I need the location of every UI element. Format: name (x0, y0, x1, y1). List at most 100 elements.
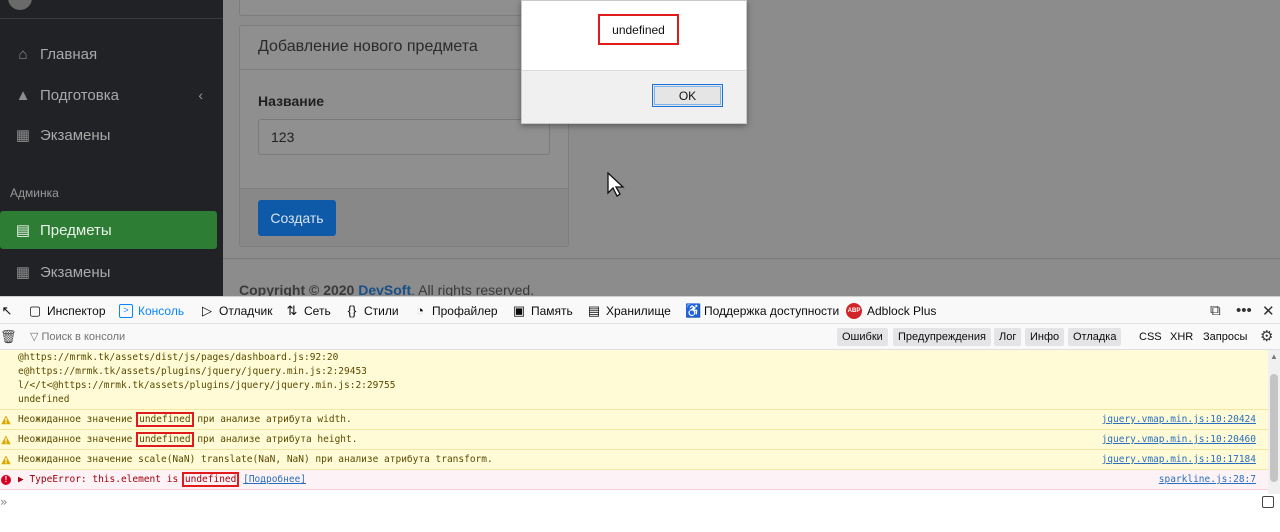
tab-memory[interactable]: ▣ Память (512, 297, 573, 324)
expand-arrow-icon[interactable]: ▶ (18, 474, 29, 485)
message-source-link[interactable]: jquery.vmap.min.js:10:17184 (1102, 454, 1256, 465)
message-source-link[interactable]: jquery.vmap.min.js:10:20424 (1102, 414, 1256, 425)
filter-errors[interactable]: Ошибки (837, 328, 888, 346)
sidebar: ⌂ Главная ▲ Подготовка ‹ ▦ Экзамены Адми… (0, 0, 223, 296)
tab-console[interactable]: > Консоль (119, 297, 184, 324)
dock-toggle-icon[interactable]: ⧉ (1210, 297, 1221, 324)
filter-xhr[interactable]: XHR (1170, 328, 1193, 346)
pick-element-icon: ↖ (1, 302, 13, 318)
console-filter-input[interactable]: ▽ Поиск в консоли (30, 330, 125, 343)
inspector-icon: ▢ (28, 302, 42, 318)
sidebar-item-admin-exams[interactable]: ▦ Экзамены (0, 253, 223, 291)
console-input[interactable]: » (0, 494, 1280, 514)
tab-label: Профайлер (432, 303, 498, 318)
filter-placeholder: Поиск в консоли (41, 331, 126, 343)
scroll-up-icon[interactable]: ▲ (1270, 352, 1278, 361)
warning-icon (1, 415, 11, 424)
tab-label: Хранилище (606, 303, 671, 318)
console-message: Неожиданное значение undefined при анали… (0, 410, 1268, 430)
sidebar-section-header: Админка (10, 186, 59, 200)
message-text: Неожиданное значение scale(NaN) translat… (18, 454, 493, 465)
filter-info[interactable]: Инфо (1025, 328, 1065, 346)
home-icon: ⌂ (18, 45, 28, 63)
tab-accessibility[interactable]: ♿ Поддержка доступности (685, 297, 839, 324)
tab-label: Инспектор (47, 303, 106, 318)
stack-trace-block: @https://mrmk.tk/assets/dist/js/pages/da… (0, 350, 1268, 410)
pick-element-button[interactable]: ↖ (0, 297, 19, 324)
tab-network[interactable]: ⇅ Сеть (285, 297, 331, 324)
sidebar-item-label: Экзамены (40, 263, 111, 281)
warning-icon (1, 455, 11, 464)
chevron-left-icon: ‹ (198, 87, 203, 103)
graduation-cap-icon: ▲ (15, 86, 31, 104)
tab-profiler[interactable]: ◔ Профайлер (413, 297, 498, 324)
alert-dialog: undefined OK (521, 0, 747, 124)
debugger-icon: ▷ (202, 302, 212, 318)
tab-label: Отладчик (219, 303, 273, 318)
filter-warnings[interactable]: Предупреждения (893, 328, 991, 346)
highlighted-undefined: undefined (136, 412, 194, 427)
mouse-cursor-icon (607, 172, 625, 197)
devtools-panel: ↖ ▢ Инспектор > Консоль ▷ Отладчик ⇅ Сет… (0, 296, 1280, 532)
stack-line: undefined (18, 394, 70, 405)
stack-line[interactable]: l/</t<@https://mrmk.tk/assets/plugins/jq… (18, 380, 396, 391)
style-editor-icon: {} (347, 302, 357, 318)
highlighted-undefined: undefined (181, 472, 240, 487)
tab-label: Adblock Plus (867, 303, 937, 318)
accessibility-icon: ♿ (685, 302, 702, 318)
sidebar-item-subjects[interactable]: ▤ Предметы (0, 211, 217, 249)
sidebar-item-exams[interactable]: ▦ Экзамены (0, 116, 223, 154)
console-message: Неожиданное значение undefined при анали… (0, 430, 1268, 450)
gear-icon[interactable]: ⚙ (1260, 327, 1273, 345)
close-icon[interactable]: ✕ (1262, 297, 1275, 324)
filter-log[interactable]: Лог (994, 328, 1022, 346)
sidebar-item-home[interactable]: ⌂ Главная (0, 35, 223, 73)
brand-link[interactable]: DevSoft (358, 282, 411, 296)
name-label: Название (258, 93, 325, 109)
sidebar-item-label: Предметы (40, 221, 112, 239)
page-footer: Copyright © 2020 DevSoft. All rights res… (239, 282, 534, 296)
tab-inspector[interactable]: ▢ Инспектор (28, 297, 106, 324)
filter-css[interactable]: CSS (1139, 328, 1162, 346)
clear-console-icon[interactable]: 🗑 (0, 329, 17, 345)
tab-adblock[interactable]: ABP Adblock Plus (846, 297, 936, 324)
web-page: ⌂ Главная ▲ Подготовка ‹ ▦ Экзамены Адми… (0, 0, 1280, 296)
add-subject-card: Добавление нового предмета Название 123 … (239, 25, 569, 247)
ok-button[interactable]: OK (652, 84, 723, 107)
devtools-tabbar: ↖ ▢ Инспектор > Консоль ▷ Отладчик ⇅ Сет… (0, 297, 1280, 324)
calendar-icon: ▦ (15, 264, 31, 281)
calendar-icon: ▦ (15, 127, 31, 144)
tab-style-editor[interactable]: {} Стили (345, 297, 399, 324)
learn-more-link[interactable]: [Подробнее] (243, 474, 306, 485)
filter-requests[interactable]: Запросы (1203, 328, 1247, 346)
name-input[interactable]: 123 (258, 119, 550, 155)
avatar[interactable] (8, 0, 32, 10)
tab-label: Консоль (138, 303, 185, 318)
alert-message: undefined (598, 14, 679, 45)
alert-body: undefined (522, 1, 746, 71)
scroll-thumb[interactable] (1270, 374, 1278, 482)
message-text: ▶ TypeError: this.element is undefined [… (18, 472, 307, 487)
filter-debug[interactable]: Отладка (1068, 328, 1122, 346)
profiler-icon: ◔ (416, 302, 424, 318)
tab-label: Стили (364, 303, 399, 318)
split-console-icon[interactable] (1262, 496, 1274, 508)
stack-line[interactable]: @https://mrmk.tk/assets/dist/js/pages/da… (18, 352, 338, 363)
more-options-icon[interactable]: ••• (1236, 297, 1252, 324)
tab-label: Память (531, 303, 573, 318)
sidebar-item-preparation[interactable]: ▲ Подготовка ‹ (0, 76, 223, 114)
console-error-message: ! ▶ TypeError: this.element is undefined… (0, 470, 1268, 490)
tab-debugger[interactable]: ▷ Отладчик (200, 297, 272, 324)
message-text: Неожиданное значение undefined при анали… (18, 432, 358, 447)
sidebar-item-label: Главная (40, 45, 98, 63)
stack-line[interactable]: e@https://mrmk.tk/assets/plugins/jquery/… (18, 366, 367, 377)
message-source-link[interactable]: sparkline.js:28:7 (1159, 474, 1256, 485)
main-content: Добавление нового предмета Название 123 … (223, 0, 1280, 296)
console-icon: > (119, 303, 133, 318)
message-source-link[interactable]: jquery.vmap.min.js:10:20460 (1102, 434, 1256, 445)
footer-divider (223, 258, 1280, 259)
console-message: Неожиданное значение scale(NaN) translat… (0, 450, 1268, 470)
create-button[interactable]: Создать (258, 200, 336, 236)
tab-storage[interactable]: ▤ Хранилище (587, 297, 671, 324)
console-scrollbar[interactable]: ▲ (1268, 350, 1280, 494)
